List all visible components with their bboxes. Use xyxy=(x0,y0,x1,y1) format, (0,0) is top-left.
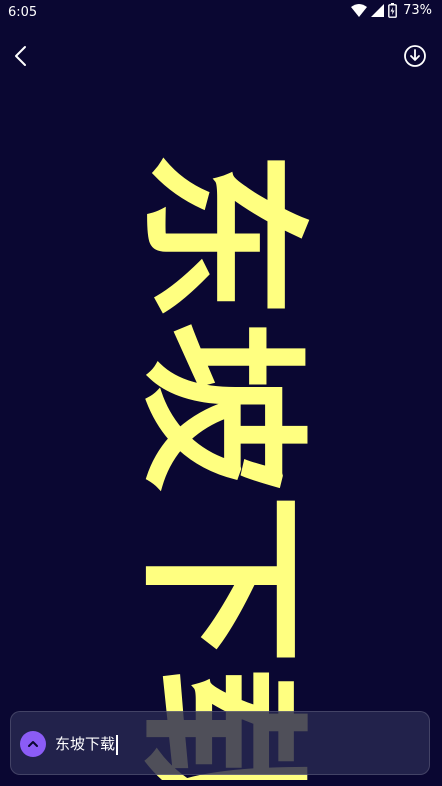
wifi-icon xyxy=(351,3,368,18)
text-preview: 东坡下载 xyxy=(105,150,335,780)
rotated-preview-text: 东坡下载 xyxy=(121,150,319,780)
download-button[interactable] xyxy=(402,43,428,69)
text-cursor xyxy=(116,734,118,755)
chevron-left-icon xyxy=(15,46,26,66)
text-input-bar: 东坡下载 xyxy=(10,711,430,775)
cell-signal-icon xyxy=(371,4,385,17)
back-button[interactable] xyxy=(10,42,34,70)
text-input[interactable]: 东坡下载 xyxy=(55,730,118,758)
expand-button[interactable] xyxy=(20,731,46,757)
status-bar: 6:05 73% xyxy=(0,0,442,26)
battery-percentage: 73% xyxy=(403,3,432,18)
status-time: 6:05 xyxy=(8,5,38,20)
chevron-up-icon xyxy=(28,741,38,747)
text-input-value: 东坡下载 xyxy=(55,735,116,753)
battery-icon xyxy=(388,3,397,18)
status-icons: 73% xyxy=(351,3,432,18)
download-circle-icon xyxy=(404,45,426,67)
